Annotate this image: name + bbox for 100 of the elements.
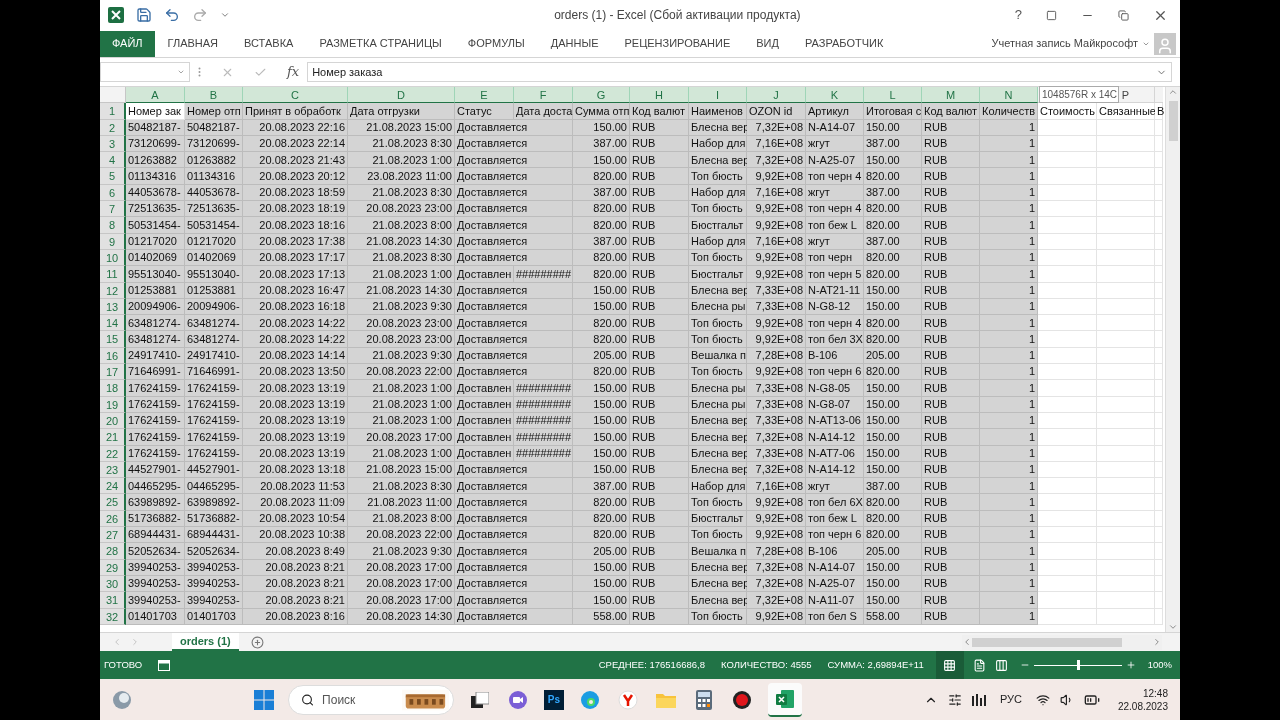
ribbon-options-icon[interactable] [1046,9,1057,21]
column-header[interactable]: H [630,87,688,103]
table-cell: 71646991- [185,364,243,381]
scroll-thumb[interactable] [1168,101,1178,141]
vertical-scrollbar[interactable] [1165,87,1180,632]
row-header[interactable]: 5 [100,168,126,185]
column-header[interactable]: E [455,87,513,103]
table-cell: 820.00 [864,201,922,218]
start-icon[interactable] [253,689,274,710]
ribbon-tab[interactable]: ВСТАВКА [231,30,307,57]
column-header[interactable]: I [689,87,746,103]
table-cell: Доставляется [455,152,573,169]
scroll-up-icon[interactable] [1168,87,1178,97]
spreadsheet-app-button[interactable] [767,682,802,717]
scroll-down-icon[interactable] [1168,622,1178,632]
table-cell: RUB [630,592,689,609]
table-cell: 95513040- [185,266,243,283]
ribbon-tab[interactable]: ГЛАВНАЯ [154,30,232,57]
table-cell: Вешалка п [689,543,747,560]
row-header[interactable]: 8 [100,217,126,234]
row-header[interactable]: 1 [100,103,126,120]
controls-icon[interactable] [947,692,962,707]
undo-icon[interactable] [164,7,180,23]
wifi-icon[interactable] [1035,692,1050,707]
weather-widget-icon[interactable] [112,689,132,710]
table-cell: 20.08.2023 21:43 [243,152,348,169]
row-header[interactable]: 11 [100,266,126,283]
normal-view-button[interactable] [935,651,964,679]
caret-icon[interactable] [177,68,185,76]
row-header[interactable]: 25 [100,494,126,511]
ribbon-tab[interactable]: ФОРМУЛЫ [454,30,538,57]
row-header[interactable]: 4 [100,152,126,169]
row-header[interactable]: 28 [100,543,126,560]
column-header[interactable]: J [747,87,805,103]
column-header[interactable]: C [243,87,347,103]
column-header[interactable]: F [514,87,572,103]
row-header[interactable]: 21 [100,429,126,446]
table-cell: Доставляется [455,217,573,234]
clock-time[interactable]: 12:48 [1142,686,1168,700]
photoshop-button[interactable]: Ps [543,689,564,710]
sheet-tab[interactable]: orders (1) [172,633,239,651]
row-header[interactable]: 15 [100,331,126,348]
table-cell [1097,331,1155,348]
table-cell: Принят в обработк [243,103,348,120]
column-header[interactable]: A [126,87,184,103]
scroll-right-icon[interactable] [1152,637,1162,647]
zoom-thumb[interactable] [1076,660,1080,670]
table-cell: 1 [980,364,1038,381]
table-cell: 63989892- [126,494,185,511]
row-header[interactable]: 18 [100,380,126,397]
customize-icon[interactable] [220,10,230,20]
restore-icon[interactable] [1118,9,1129,21]
account-name[interactable]: Учетная запись Майкрософт [991,35,1138,52]
macro-record-icon[interactable] [158,659,171,671]
table-cell: 63481274- [126,315,185,332]
file-tab[interactable]: ФАЙЛ [100,30,155,57]
zoom-in-icon[interactable] [1125,660,1136,670]
help-button[interactable]: ? [1014,5,1022,25]
table-cell: 20.08.2023 22:00 [348,527,455,544]
drag-handle-icon[interactable] [198,67,201,77]
ribbon-tab[interactable]: РЕЦЕНЗИРОВАНИЕ [611,30,744,57]
search-icon[interactable] [300,692,315,707]
row-header[interactable]: 17 [100,364,126,381]
save-icon[interactable] [136,7,152,23]
row-header[interactable]: 31 [100,592,126,609]
column-header[interactable]: L [864,87,921,103]
clock-date[interactable]: 22.08.2023 [1117,699,1168,713]
column-header[interactable]: N [980,87,1037,103]
ribbon-tab[interactable]: ВИД [743,30,792,57]
formula-input[interactable]: Номер заказа [307,62,1172,82]
language-indicator[interactable]: РУС [999,691,1022,708]
insert-function-button[interactable]: fx [287,62,300,82]
zoom-slider[interactable] [1033,659,1122,671]
table-cell: 20.08.2023 13:19 [243,429,348,446]
redo-icon[interactable] [192,7,208,23]
column-header[interactable]: B [185,87,242,103]
row-header[interactable]: 27 [100,527,126,544]
grid-icon[interactable] [943,658,957,672]
browser-icon[interactable] [615,687,640,712]
zoom-level[interactable]: 100% [1147,657,1172,673]
search-field[interactable]: Поиск [287,684,454,715]
add-sheet-icon[interactable] [250,635,264,649]
spreadsheet-icon[interactable] [774,688,795,709]
ribbon-tab[interactable]: РАЗРАБОТЧИК [791,30,897,57]
row-header[interactable]: 7 [100,201,126,218]
scroll-thumb[interactable] [972,637,1122,647]
column-header[interactable]: G [573,87,629,103]
ribbon-tab[interactable]: РАЗМЕТКА СТРАНИЦЫ [306,30,455,57]
ribbon-tab[interactable]: ДАННЫЕ [537,30,612,57]
equalizer-icon[interactable] [971,693,986,706]
row-header[interactable]: 14 [100,315,126,332]
scroll-left-icon[interactable] [962,637,972,647]
row-header[interactable]: 24 [100,478,126,495]
column-header[interactable]: K [806,87,863,103]
page-layout-icon[interactable] [972,658,986,672]
column-header[interactable]: D [348,87,454,103]
column-header[interactable]: M [922,87,979,103]
table-cell: Сумма отп [573,103,630,120]
page-break-icon[interactable] [994,658,1008,672]
search-input[interactable]: Поиск [322,690,403,709]
